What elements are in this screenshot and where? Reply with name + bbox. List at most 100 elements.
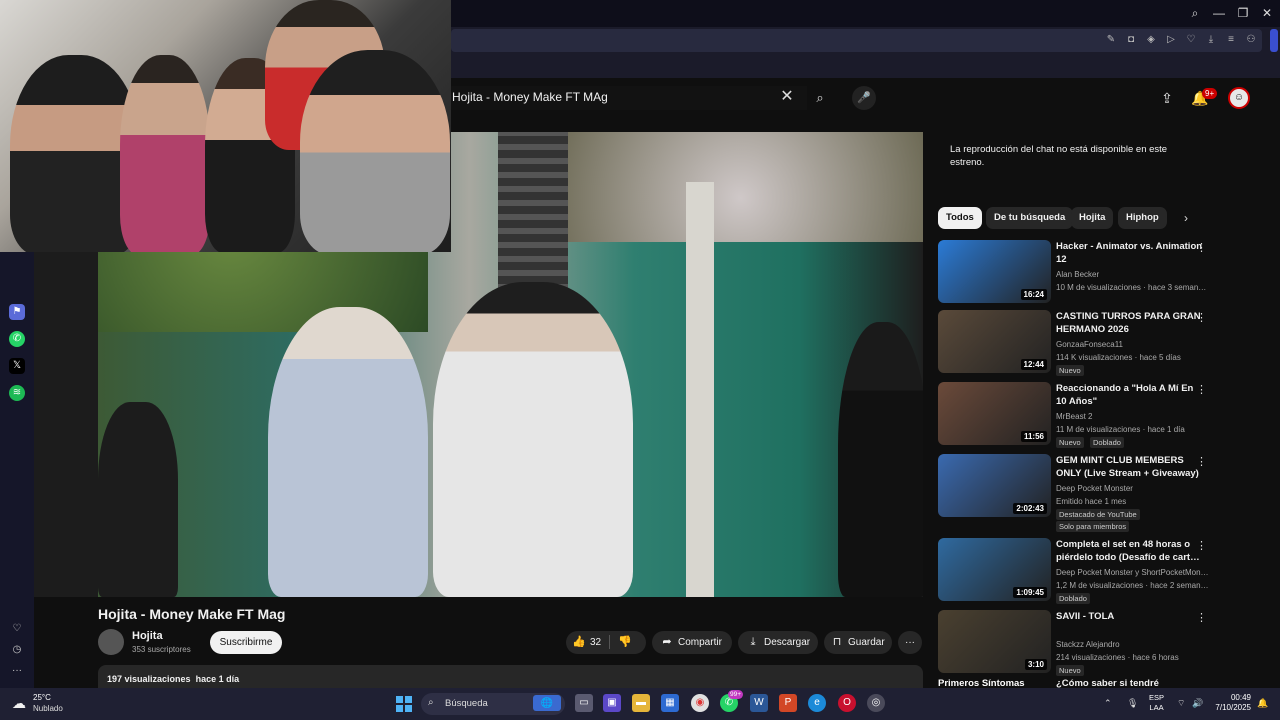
obs-icon[interactable]: ◎ (867, 694, 885, 712)
recommendation-item[interactable]: 16:24 Hacker - Animator vs. Animation 12 A… (938, 240, 1213, 306)
word-icon[interactable]: W (750, 694, 768, 712)
powerpoint-icon[interactable]: P (779, 694, 797, 712)
search-button[interactable]: ⌕ (807, 86, 833, 110)
profile-icon[interactable]: ⚇ (1245, 34, 1257, 46)
recommendation-channel[interactable]: Deep Pocket Monster (1056, 483, 1133, 494)
recommendation-thumbnail[interactable]: 11:56 (938, 382, 1051, 445)
camera-icon[interactable]: ◘ (1125, 34, 1137, 46)
weather-temperature[interactable]: 25°C (33, 693, 51, 703)
chip-hiphop[interactable]: Hiphop (1118, 207, 1167, 229)
opera-icon[interactable]: O (838, 694, 856, 712)
task-view-icon[interactable]: ▭ (575, 694, 593, 712)
recommendation-channel[interactable]: Deep Pocket Monster y ShortPocketMon… (1056, 567, 1209, 578)
menu-icon[interactable]: ≡ (1225, 34, 1237, 46)
cloud-icon[interactable]: ☁ (12, 694, 32, 712)
play-icon[interactable]: ▷ (1165, 34, 1177, 46)
teams-icon[interactable]: ▣ (603, 694, 621, 712)
account-avatar[interactable]: ☺ (1228, 87, 1250, 109)
notification-bell-icon[interactable]: 🔔 (1257, 697, 1268, 709)
history-icon[interactable]: ◷ (9, 642, 25, 658)
recommendation-item[interactable]: 2:02:43 GEM MINT CLUB MEMBERS ONLY (Live … (938, 454, 1213, 532)
recommendation-item[interactable]: 1:09:45 Completa el set en 48 horas o pié… (938, 538, 1213, 604)
recommendation-title[interactable]: Completa el set en 48 horas o piérdelo t… (1056, 538, 1206, 564)
recommendation-title[interactable]: CASTING TURROS PARA GRAN HERMANO 2026 (1056, 310, 1206, 336)
recommendation-title[interactable]: SAVII - TOLA (1056, 610, 1206, 623)
download-icon[interactable]: ⤓ (1205, 34, 1217, 46)
recommendation-thumbnail[interactable]: 1:09:45 (938, 538, 1051, 601)
edge-icon[interactable]: e (808, 694, 826, 712)
thumbs-up-icon[interactable]: 👍 (572, 631, 586, 654)
more-actions-button[interactable]: ··· (898, 631, 922, 654)
recommendation-item[interactable]: 3:10 SAVII - TOLA Stackzz Alejandro 214 vis… (938, 610, 1213, 676)
wifi-icon[interactable]: ⌔ (1177, 697, 1185, 709)
spotify-icon[interactable]: ≋ (9, 385, 25, 401)
chip-de-tu-busqueda[interactable]: De tu búsqueda (986, 207, 1074, 229)
weather-condition[interactable]: Nublado (33, 704, 63, 714)
recommendation-item[interactable]: 12:44 CASTING TURROS PARA GRAN HERMANO 20… (938, 310, 1213, 376)
edit-icon[interactable]: ✎ (1105, 34, 1117, 46)
recommendation-title[interactable]: Hacker - Animator vs. Animation 12 (1056, 240, 1206, 266)
file-explorer-icon[interactable]: ▬ (632, 694, 650, 712)
search-icon[interactable]: ⌕ (1184, 5, 1206, 21)
thumbs-down-icon[interactable]: 👎 (618, 631, 632, 654)
recommendation-channel[interactable]: Alan Becker (1056, 269, 1099, 280)
x-icon[interactable]: 𝕏 (9, 358, 25, 374)
language-indicator[interactable]: ESP LAA (1149, 693, 1164, 713)
like-count[interactable]: 32 (590, 637, 601, 648)
screen: ⌕ — ❐ ✕ ✎ ◘ ◈ ▷ ♡ ⤓ ≡ ⚇ ⚑ ✆ 𝕏 ≋ ♡ ◷ ··· … (0, 0, 1280, 720)
recommendation-title[interactable]: Reaccionando a "Hola A Mí En 10 Años" (1056, 382, 1206, 408)
microphone-icon[interactable]: 🎙 (1127, 697, 1138, 709)
shield-icon[interactable]: ◈ (1145, 34, 1157, 46)
store-icon[interactable]: ▦ (661, 694, 679, 712)
more-vert-icon[interactable]: ⋮ (1196, 540, 1207, 552)
partial-rec-title[interactable]: ¿Cómo saber si tendré (1056, 678, 1159, 688)
chip-todos[interactable]: Todos (938, 207, 982, 229)
heart-icon[interactable]: ♡ (1185, 34, 1197, 46)
upload-icon[interactable]: ⇪ (1157, 88, 1177, 108)
more-vert-icon[interactable]: ⋮ (1196, 312, 1207, 324)
chevron-right-icon[interactable]: › (1184, 209, 1196, 227)
recommendation-thumbnail[interactable]: 12:44 (938, 310, 1051, 373)
more-vert-icon[interactable]: ⋮ (1196, 384, 1207, 396)
more-vert-icon[interactable]: ⋮ (1196, 456, 1207, 468)
chevron-up-icon[interactable]: ⌃ (1104, 697, 1112, 709)
language-code: ESP (1149, 693, 1165, 702)
clock[interactable]: 00:49 7/10/2025 (1213, 693, 1251, 713)
subscribe-button[interactable]: Suscribirme (210, 631, 282, 654)
sidebar-app-icon[interactable]: ⚑ (9, 304, 25, 320)
recommendation-thumbnail[interactable]: 2:02:43 (938, 454, 1051, 517)
close-button[interactable]: ✕ (1256, 5, 1278, 21)
recommendation-item[interactable]: 11:56 Reaccionando a "Hola A Mí En 10 Año… (938, 382, 1213, 448)
channel-name[interactable]: Hojita (132, 630, 163, 642)
minimize-button[interactable]: — (1208, 5, 1230, 21)
recommendation-thumbnail[interactable]: 3:10 (938, 610, 1051, 673)
more-vert-icon[interactable]: ⋮ (1196, 242, 1207, 254)
download-button[interactable]: ⤓ Descargar (738, 631, 818, 654)
whatsapp-icon[interactable]: ✆ (9, 331, 25, 347)
heart-icon[interactable]: ♡ (9, 621, 25, 637)
chip-hojita[interactable]: Hojita (1071, 207, 1114, 229)
mic-icon[interactable]: 🎤 (852, 86, 876, 110)
more-vert-icon[interactable]: ⋮ (1196, 612, 1207, 624)
recommendation-thumbnail[interactable]: 16:24 (938, 240, 1051, 303)
share-button[interactable]: ➦ Compartir (652, 631, 732, 654)
browser-accent (1270, 29, 1278, 52)
taskbar-search-label[interactable]: Búsqueda (445, 698, 488, 709)
channel-avatar[interactable] (98, 629, 124, 655)
save-button[interactable]: ⊓ Guardar (824, 631, 892, 654)
recommendation-title[interactable]: GEM MINT CLUB MEMBERS ONLY (Live Stream … (1056, 454, 1206, 480)
recommendation-badge: Nuevo (1056, 437, 1084, 448)
clear-icon[interactable]: ✕ (778, 88, 796, 106)
start-logo-tile (396, 705, 403, 712)
chrome-icon[interactable]: ◉ (691, 694, 709, 712)
more-icon[interactable]: ··· (9, 663, 25, 679)
search-query[interactable]: Hojita - Money Make FT MAg (452, 90, 608, 104)
start-button[interactable] (396, 696, 412, 712)
address-bar[interactable] (451, 29, 1262, 52)
recommendation-channel[interactable]: MrBeast 2 (1056, 411, 1092, 422)
recommendation-channel[interactable]: Stackzz Alejandro (1056, 639, 1120, 650)
volume-icon[interactable]: 🔊 (1192, 697, 1203, 709)
maximize-button[interactable]: ❐ (1232, 5, 1254, 21)
recommendation-channel[interactable]: GonzaaFonseca11 (1056, 339, 1123, 350)
video-person-left (268, 307, 428, 597)
